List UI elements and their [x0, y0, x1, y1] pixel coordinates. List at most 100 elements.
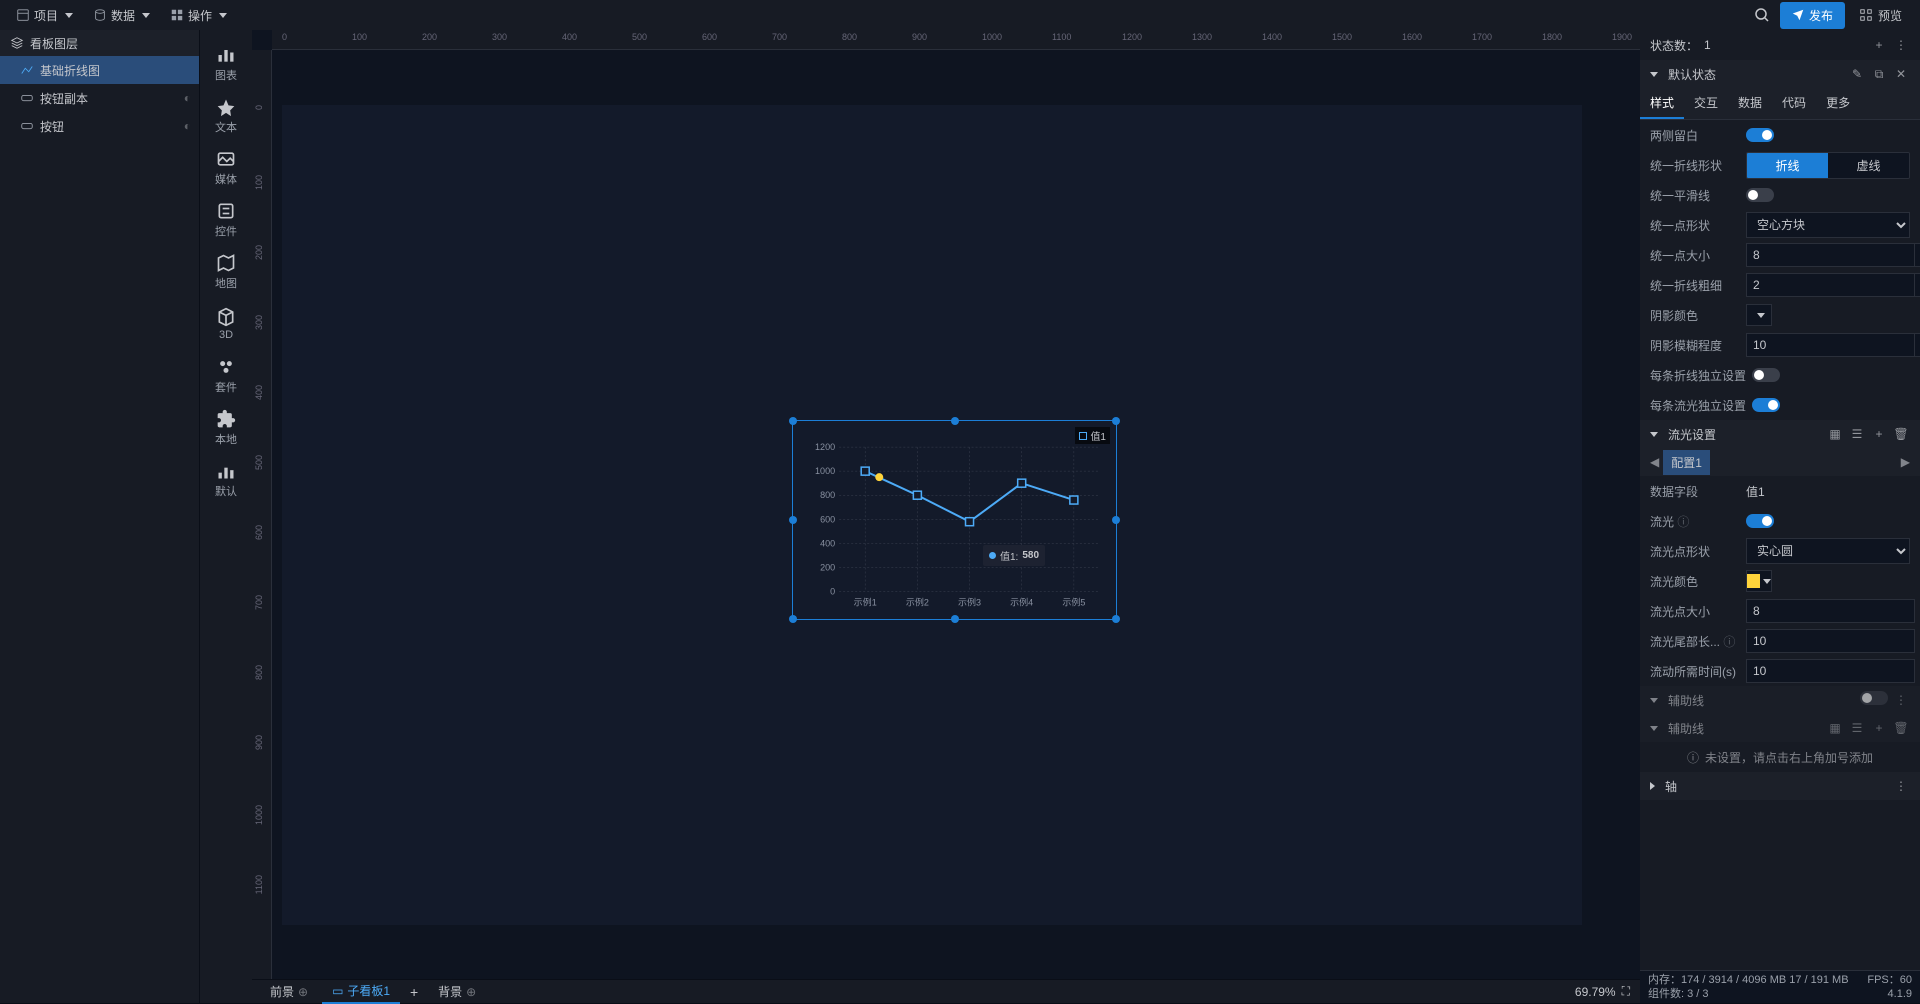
publish-button[interactable]: 发布 [1780, 2, 1845, 29]
menu-ops[interactable]: 操作 [162, 3, 235, 28]
resize-handle[interactable] [789, 417, 797, 425]
flow-color-picker[interactable] [1746, 570, 1772, 592]
toggle-padding[interactable] [1746, 128, 1774, 142]
config-tab-1[interactable]: 配置1 [1663, 450, 1710, 475]
comp-map[interactable]: 地图 [202, 246, 250, 298]
grid-icon[interactable]: ▦ [1826, 719, 1844, 737]
axis-header[interactable]: 轴 ⋮ [1640, 772, 1920, 800]
comp-local[interactable]: 本地 [202, 402, 250, 454]
list-icon[interactable]: ☰ [1848, 425, 1866, 443]
resize-handle[interactable] [951, 615, 959, 623]
more-icon[interactable]: ⋮ [1892, 36, 1910, 54]
menu-project[interactable]: 项目 [8, 3, 81, 28]
line-chart: 0 200 400 600 800 1000 1200 示例1 示例2 示例3 … [799, 427, 1110, 616]
input-line-width[interactable] [1746, 273, 1915, 297]
toggle-per-line[interactable] [1752, 368, 1780, 382]
layer-item-button[interactable]: 按钮 ◐ [0, 112, 199, 140]
prop-line-width: 统一折线粗细 px [1640, 270, 1920, 300]
tab-data[interactable]: 数据 [1728, 88, 1772, 119]
tab-foreground[interactable]: 前景⊕ [260, 980, 318, 1003]
comp-control[interactable]: 控件 [202, 194, 250, 246]
add-state-icon[interactable]: + [1870, 36, 1888, 54]
menu-data[interactable]: 数据 [85, 3, 158, 28]
svg-text:400: 400 [820, 538, 835, 548]
default-state-header[interactable]: 默认状态 ✎⧉✕ [1640, 60, 1920, 88]
comp-default[interactable]: 默认 [202, 454, 250, 506]
selected-component[interactable]: 值1 0 200 400 600 800 [792, 420, 1117, 620]
canvas-area: 0100200300400500600700800900100011001200… [252, 30, 1640, 1003]
grid-icon[interactable]: ▦ [1826, 425, 1844, 443]
resize-handle[interactable] [951, 417, 959, 425]
resize-handle[interactable] [789, 615, 797, 623]
toggle-smooth[interactable] [1746, 188, 1774, 202]
more-icon[interactable]: ⋮ [1892, 777, 1910, 795]
resize-handle[interactable] [1112, 417, 1120, 425]
input-flow-point-size[interactable] [1746, 599, 1915, 623]
toggle-flow[interactable] [1746, 514, 1774, 528]
prop-per-flow: 每条流光独立设置 [1640, 390, 1920, 420]
add-icon[interactable]: + [1870, 425, 1888, 443]
shadow-color-picker[interactable] [1746, 304, 1772, 326]
prop-shadow-color: 阴影颜色 [1640, 300, 1920, 330]
auxline-header-2[interactable]: 辅助线 ▦☰+🗑 [1640, 714, 1920, 742]
ruler-horizontal: 0100200300400500600700800900100011001200… [272, 30, 1640, 50]
resize-handle[interactable] [789, 516, 797, 524]
more-icon[interactable]: ⋮ [1892, 691, 1910, 709]
add-icon[interactable]: + [1870, 719, 1888, 737]
prop-flow-tail: 流光尾部长... ⓘ [1640, 626, 1920, 656]
prop-line-shape: 统一折线形状 折线 虚线 [1640, 150, 1920, 180]
close-icon[interactable]: ✕ [1892, 65, 1910, 83]
visibility-icon[interactable]: ◐ [184, 119, 191, 133]
input-flow-tail[interactable] [1746, 629, 1915, 653]
state-count-row: 状态数：1 +⋮ [1640, 30, 1920, 60]
tab-background[interactable]: 背景⊕ [428, 980, 486, 1003]
svg-text:1000: 1000 [815, 466, 835, 476]
tab-more[interactable]: 更多 [1816, 88, 1860, 119]
layer-item-linechart[interactable]: 基础折线图 [0, 56, 199, 84]
preview-button[interactable]: 预览 [1849, 2, 1912, 29]
select-point-shape[interactable]: 空心方块 [1746, 212, 1910, 238]
auxline-header-1[interactable]: 辅助线 ⋮ [1640, 686, 1920, 714]
config-prev[interactable]: ◀ [1646, 455, 1663, 469]
select-flow-point-shape[interactable]: 实心圆 [1746, 538, 1910, 564]
comp-3d[interactable]: 3D [202, 298, 250, 350]
canvas[interactable]: 值1 0 200 400 600 800 [272, 50, 1640, 979]
comp-kit[interactable]: 套件 [202, 350, 250, 402]
comp-text[interactable]: 文本 [202, 90, 250, 142]
config-next[interactable]: ▶ [1897, 455, 1914, 469]
tab-style[interactable]: 样式 [1640, 88, 1684, 119]
input-shadow-blur[interactable] [1746, 333, 1915, 357]
copy-icon[interactable]: ⧉ [1870, 65, 1888, 83]
input-point-size[interactable] [1746, 243, 1915, 267]
seg-line-shape[interactable]: 折线 虚线 [1746, 152, 1910, 179]
delete-icon[interactable]: 🗑 [1892, 719, 1910, 737]
tab-subboard[interactable]: ▭子看板1 [322, 979, 400, 1004]
tab-code[interactable]: 代码 [1772, 88, 1816, 119]
prop-flow-time: 流动所需时间(s) [1640, 656, 1920, 686]
toggle-per-flow[interactable] [1752, 398, 1780, 412]
layer-item-button-copy[interactable]: 按钮副本 ◐ [0, 84, 199, 112]
add-tab-button[interactable]: + [404, 984, 424, 1000]
edit-icon[interactable]: ✎ [1848, 65, 1866, 83]
svg-text:200: 200 [820, 562, 835, 572]
layer-panel-header: 看板图层 [0, 30, 199, 56]
visibility-icon[interactable]: ◐ [184, 91, 191, 105]
input-flow-time[interactable] [1746, 659, 1915, 683]
delete-icon[interactable]: 🗑 [1892, 425, 1910, 443]
fit-icon[interactable]: ⛶ [1622, 984, 1630, 999]
svg-text:示例5: 示例5 [1062, 597, 1085, 608]
resize-handle[interactable] [1112, 615, 1120, 623]
prop-flow-color: 流光颜色 [1640, 566, 1920, 596]
zoom-control[interactable]: 69.79%⛶ [1575, 984, 1630, 999]
comp-media[interactable]: 媒体 [202, 142, 250, 194]
tab-interact[interactable]: 交互 [1684, 88, 1728, 119]
ruler-vertical: 010020030040050060070080090010001100 [252, 50, 272, 979]
flow-section-header[interactable]: 流光设置 ▦☰+🗑 [1640, 420, 1920, 448]
search-icon[interactable] [1748, 1, 1776, 29]
toggle-auxline[interactable] [1860, 691, 1888, 705]
layer-item-label: 按钮副本 [40, 90, 88, 107]
list-icon[interactable]: ☰ [1848, 719, 1866, 737]
svg-text:示例4: 示例4 [1010, 597, 1033, 608]
resize-handle[interactable] [1112, 516, 1120, 524]
comp-chart[interactable]: 图表 [202, 38, 250, 90]
